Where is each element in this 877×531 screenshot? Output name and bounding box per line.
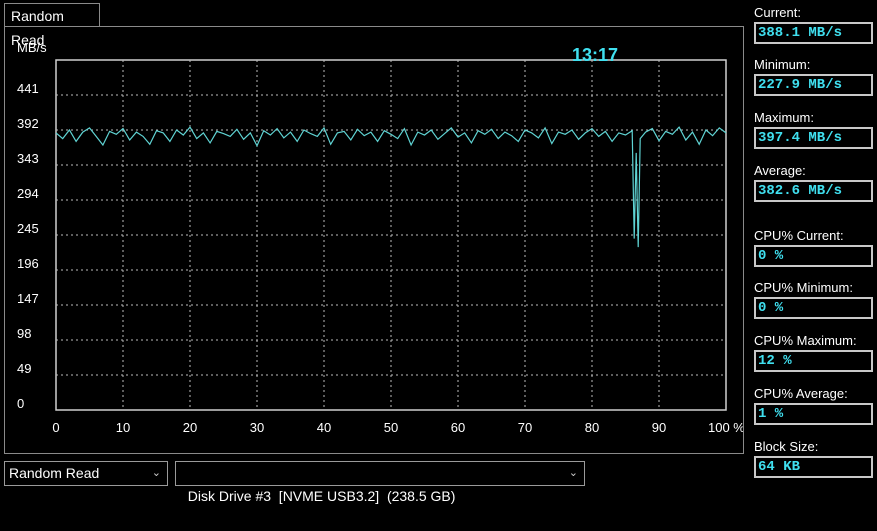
stat-value-cpu-minimum: 0 %	[754, 297, 873, 319]
x-tick-label: 50	[384, 420, 398, 435]
tab-random-read[interactable]: Random Read	[4, 3, 100, 48]
stat-value-maximum: 397.4 MB/s	[754, 127, 873, 149]
y-tick-label: 343	[17, 151, 39, 166]
x-tick-label: 90	[652, 420, 666, 435]
stat-label-cpu-minimum: CPU% Minimum:	[754, 280, 853, 295]
chevron-down-icon: ⌄	[151, 467, 161, 479]
stat-value-cpu-current: 0 %	[754, 245, 873, 267]
y-tick-label: 392	[17, 116, 39, 131]
x-tick-label: 30	[250, 420, 264, 435]
y-tick-label: 147	[17, 291, 39, 306]
stat-label-cpu-maximum: CPU% Maximum:	[754, 333, 857, 348]
stat-value-average: 382.6 MB/s	[754, 180, 873, 202]
x-tick-label: 20	[183, 420, 197, 435]
stat-label-current: Current:	[754, 5, 801, 20]
y-tick-label: 441	[17, 81, 39, 96]
y-axis-label: MB/s	[17, 40, 47, 55]
timer-label: 13:17	[572, 45, 618, 65]
y-tick-label: 0	[17, 396, 24, 411]
stat-value-cpu-maximum: 12 %	[754, 350, 873, 372]
throughput-chart: 0 10 20 30 40 50 60 70 80 90 100 % 441 392 343 294 245 1…	[17, 40, 743, 435]
chart-panel: 0 10 20 30 40 50 60 70 80 90 100 % 441 392 343 294 245 1…	[4, 26, 744, 454]
x-tick-label: 40	[317, 420, 331, 435]
x-tick-label: 70	[518, 420, 532, 435]
stat-label-block-size: Block Size:	[754, 439, 819, 454]
y-tick-label: 245	[17, 221, 39, 236]
x-tick-label: 100 %	[708, 420, 743, 435]
stat-value-current: 388.1 MB/s	[754, 22, 873, 44]
test-type-select[interactable]: Random Read ⌄	[4, 461, 168, 486]
x-tick-label: 80	[585, 420, 599, 435]
stat-label-minimum: Minimum:	[754, 57, 811, 72]
stat-value-minimum: 227.9 MB/s	[754, 74, 873, 96]
stat-label-cpu-average: CPU% Average:	[754, 386, 848, 401]
y-tick-label: 49	[17, 361, 31, 376]
stat-value-cpu-average: 1 %	[754, 403, 873, 425]
x-tick-label: 10	[116, 420, 130, 435]
stat-value-block-size: 64 KB	[754, 456, 873, 478]
drive-select[interactable]: Disk Drive #3 [NVME USB3.2] (238.5 GB) ⌄	[175, 461, 585, 504]
chevron-down-icon: ⌄	[568, 467, 578, 479]
test-type-select-value: Random Read	[9, 465, 100, 481]
stat-label-maximum: Maximum:	[754, 110, 814, 125]
stat-label-average: Average:	[754, 163, 806, 178]
y-tick-label: 98	[17, 326, 31, 341]
stat-label-cpu-current: CPU% Current:	[754, 228, 844, 243]
drive-select-value: Disk Drive #3 [NVME USB3.2] (238.5 GB)	[187, 488, 456, 504]
x-tick-label: 60	[451, 420, 465, 435]
y-tick-label: 196	[17, 256, 39, 271]
y-tick-label: 294	[17, 186, 39, 201]
x-tick-label: 0	[52, 420, 59, 435]
